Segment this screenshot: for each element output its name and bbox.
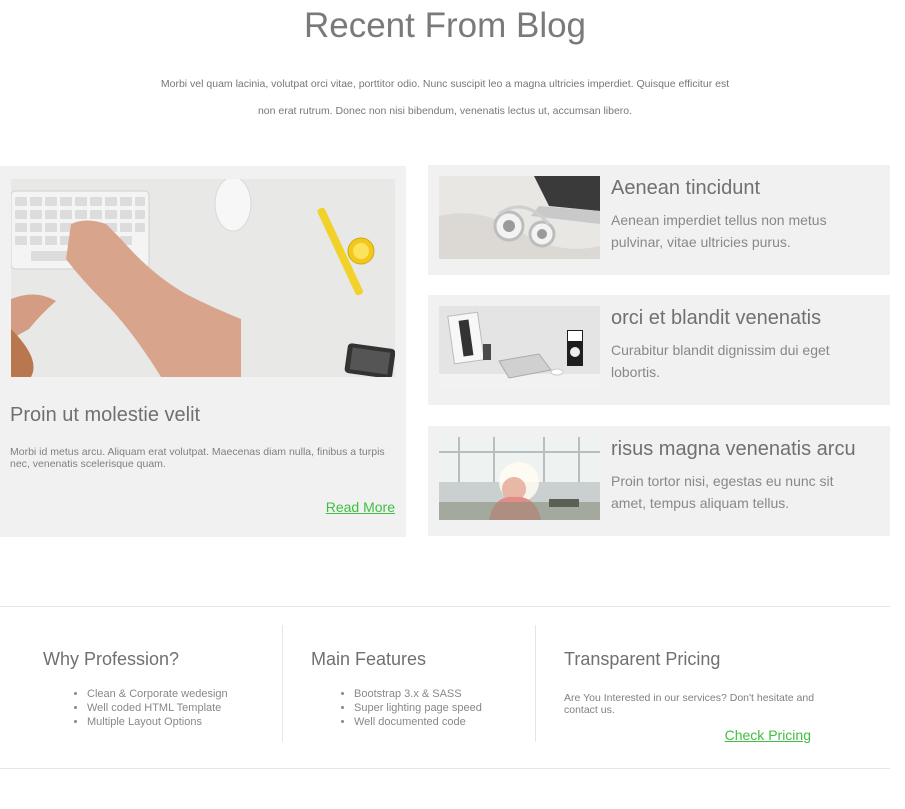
footer-pricing-heading: Transparent Pricing xyxy=(564,649,721,669)
list-item: Super lighting page speed xyxy=(354,701,482,715)
blog-intro-line-2: non erat rutrum. Donec non nisi bibendum… xyxy=(257,105,633,117)
post-title[interactable]: risus magna venenatis arcu xyxy=(611,438,856,461)
post-image-desk[interactable] xyxy=(439,306,600,389)
list-item: Well documented code xyxy=(354,715,482,729)
blog-post-card: orci et blandit venenatis Curabitur blan… xyxy=(428,295,890,405)
check-pricing-link[interactable]: Check Pricing xyxy=(725,727,811,743)
list-item: Bootstrap 3.x & SASS xyxy=(354,687,482,701)
blog-post-card: risus magna venenatis arcu Proin tortor … xyxy=(428,426,890,536)
footer-bottom-divider xyxy=(0,768,890,769)
post-text: Curabitur blandit dignissim dui eget lob… xyxy=(611,342,830,380)
blog-intro: Morbi vel quam lacinia, volutpat orci vi… xyxy=(140,71,750,125)
footer-why-list: Clean & Corporate wedesign Well coded HT… xyxy=(87,687,228,729)
featured-post-image[interactable] xyxy=(11,179,395,377)
footer-features-heading: Main Features xyxy=(311,649,427,669)
footer-divider xyxy=(282,625,283,742)
footer-divider xyxy=(535,625,536,742)
post-title[interactable]: Aenean tincidunt xyxy=(611,177,760,200)
blog-post-card: Aenean tincidunt Aenean imperdiet tellus… xyxy=(428,165,890,275)
post-text: Proin tortor nisi, egestas eu nunc sit a… xyxy=(611,473,834,511)
post-image-office[interactable] xyxy=(439,437,600,520)
read-more-link[interactable]: Read More xyxy=(326,499,395,515)
featured-post-title[interactable]: Proin ut molestie velit xyxy=(10,404,200,427)
blog-intro-line-1: Morbi vel quam lacinia, volutpat orci vi… xyxy=(160,78,730,90)
list-item: Well coded HTML Template xyxy=(87,701,228,715)
blog-title: Recent From Blog xyxy=(303,6,587,45)
footer-why-heading: Why Profession? xyxy=(43,649,180,669)
featured-post-text: Morbi id metus arcu. Aliquam erat volutp… xyxy=(10,446,385,470)
footer-features-column: Main Features Bootstrap 3.x & SASS Super… xyxy=(311,627,521,742)
footer-top-divider xyxy=(0,606,890,607)
footer-pricing-text: Are You Interested in our services? Don'… xyxy=(564,692,815,716)
footer-features-list: Bootstrap 3.x & SASS Super lighting page… xyxy=(354,687,482,729)
post-title[interactable]: orci et blandit venenatis xyxy=(611,307,821,330)
post-text: Aenean imperdiet tellus non metus pulvin… xyxy=(611,212,827,250)
list-item: Multiple Layout Options xyxy=(87,715,228,729)
footer-why-column: Why Profession? Clean & Corporate wedesi… xyxy=(43,627,263,742)
featured-post-card: Proin ut molestie velit Morbi id metus a… xyxy=(0,166,406,537)
list-item: Clean & Corporate wedesign xyxy=(87,687,228,701)
footer-pricing-column: Transparent Pricing Are You Interested i… xyxy=(564,627,814,743)
post-image-headphones[interactable] xyxy=(439,176,600,259)
